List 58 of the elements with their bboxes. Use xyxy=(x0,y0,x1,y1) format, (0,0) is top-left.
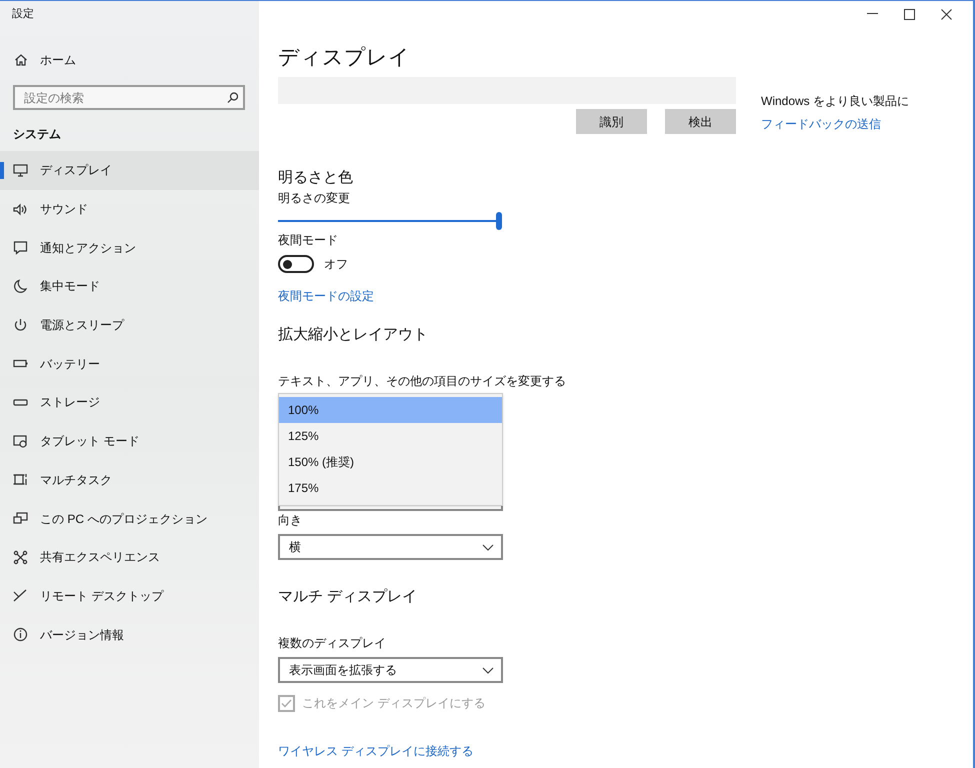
chevron-icon xyxy=(482,544,494,550)
search-field[interactable]: 設定の検索 xyxy=(13,85,245,110)
field-label: 夜間モード xyxy=(278,232,339,249)
field-label: 向き xyxy=(278,512,303,529)
home-icon xyxy=(14,52,28,66)
toggle-state: オフ xyxy=(324,256,348,273)
share-icon xyxy=(13,550,28,565)
sidebar-item[interactable]: この PC へのプロジェクション xyxy=(0,499,259,538)
field-label: 複数のディスプレイ xyxy=(278,635,387,652)
power-icon xyxy=(13,318,28,333)
message-icon xyxy=(13,240,28,256)
projection-icon xyxy=(13,511,28,526)
tablet-icon xyxy=(13,434,28,449)
sidebar-item[interactable]: 電源とスリープ xyxy=(0,306,259,344)
sidebar-item[interactable]: サウンド xyxy=(0,190,259,228)
sidebar-item[interactable]: 通知とアクション xyxy=(0,228,259,268)
chevron-icon xyxy=(482,666,494,674)
home-link[interactable]: ホーム xyxy=(40,50,76,68)
multitask-icon xyxy=(13,472,28,488)
sidebar-item[interactable]: タブレット モード xyxy=(0,422,259,460)
moon-icon xyxy=(13,278,28,294)
settings-link[interactable]: 夜間モードの設定 xyxy=(278,287,374,305)
sidebar-item[interactable]: マルチタスク xyxy=(0,460,259,500)
page-title: ディスプレイ xyxy=(278,45,411,71)
wireless-link[interactable]: ワイヤレス ディスプレイに接続する xyxy=(278,742,474,760)
sidebar-item[interactable]: 共有エクスペリエンス xyxy=(0,538,259,577)
action-button[interactable]: 検出 xyxy=(665,109,736,134)
slider-thumb[interactable] xyxy=(496,212,502,230)
display-icon xyxy=(13,162,28,178)
sidebar-item[interactable]: ストレージ xyxy=(0,383,259,422)
section-heading: マルチ ディスプレイ xyxy=(278,587,418,607)
search-icon xyxy=(227,92,238,103)
checkmark-icon xyxy=(281,698,292,708)
section-heading: 明るさと色 xyxy=(278,168,354,188)
sidebar-item[interactable]: バッテリー xyxy=(0,344,259,384)
sidebar-item[interactable]: リモート デスクトップ xyxy=(0,576,259,616)
window-title: 設定 xyxy=(11,6,35,22)
section-heading: 拡大縮小とレイアウト xyxy=(278,325,429,345)
field-label: テキスト、アプリ、その他の項目のサイズを変更する xyxy=(278,373,567,390)
dropdown-option[interactable]: 150% (推奨) xyxy=(279,449,502,475)
section-heading: システム xyxy=(12,126,62,143)
sidebar-item[interactable]: バージョン情報 xyxy=(0,615,259,654)
sidebar-item[interactable]: ディスプレイ xyxy=(0,151,259,190)
dropdown-field[interactable]: 表示画面を拡張する xyxy=(278,657,503,683)
sidebar-item[interactable]: 集中モード xyxy=(0,267,259,306)
action-button[interactable]: 識別 xyxy=(576,109,647,134)
feedback-text: Windows をより良い製品に xyxy=(761,93,910,110)
dropdown-option[interactable]: 100% xyxy=(279,397,502,423)
dropdown-option[interactable]: 125% xyxy=(279,423,502,449)
speaker-icon xyxy=(13,202,28,217)
dropdown-option[interactable]: 175% xyxy=(279,475,502,501)
info-icon xyxy=(13,627,28,642)
field-label: 明るさの変更 xyxy=(278,190,351,207)
checkbox-label: これをメイン ディスプレイにする xyxy=(302,695,486,712)
feedback-link[interactable]: フィードバックの送信 xyxy=(761,115,910,133)
brightness-slider[interactable] xyxy=(278,211,502,231)
toggle-switch[interactable] xyxy=(278,255,314,273)
dropdown-field[interactable]: 横 xyxy=(278,534,503,560)
